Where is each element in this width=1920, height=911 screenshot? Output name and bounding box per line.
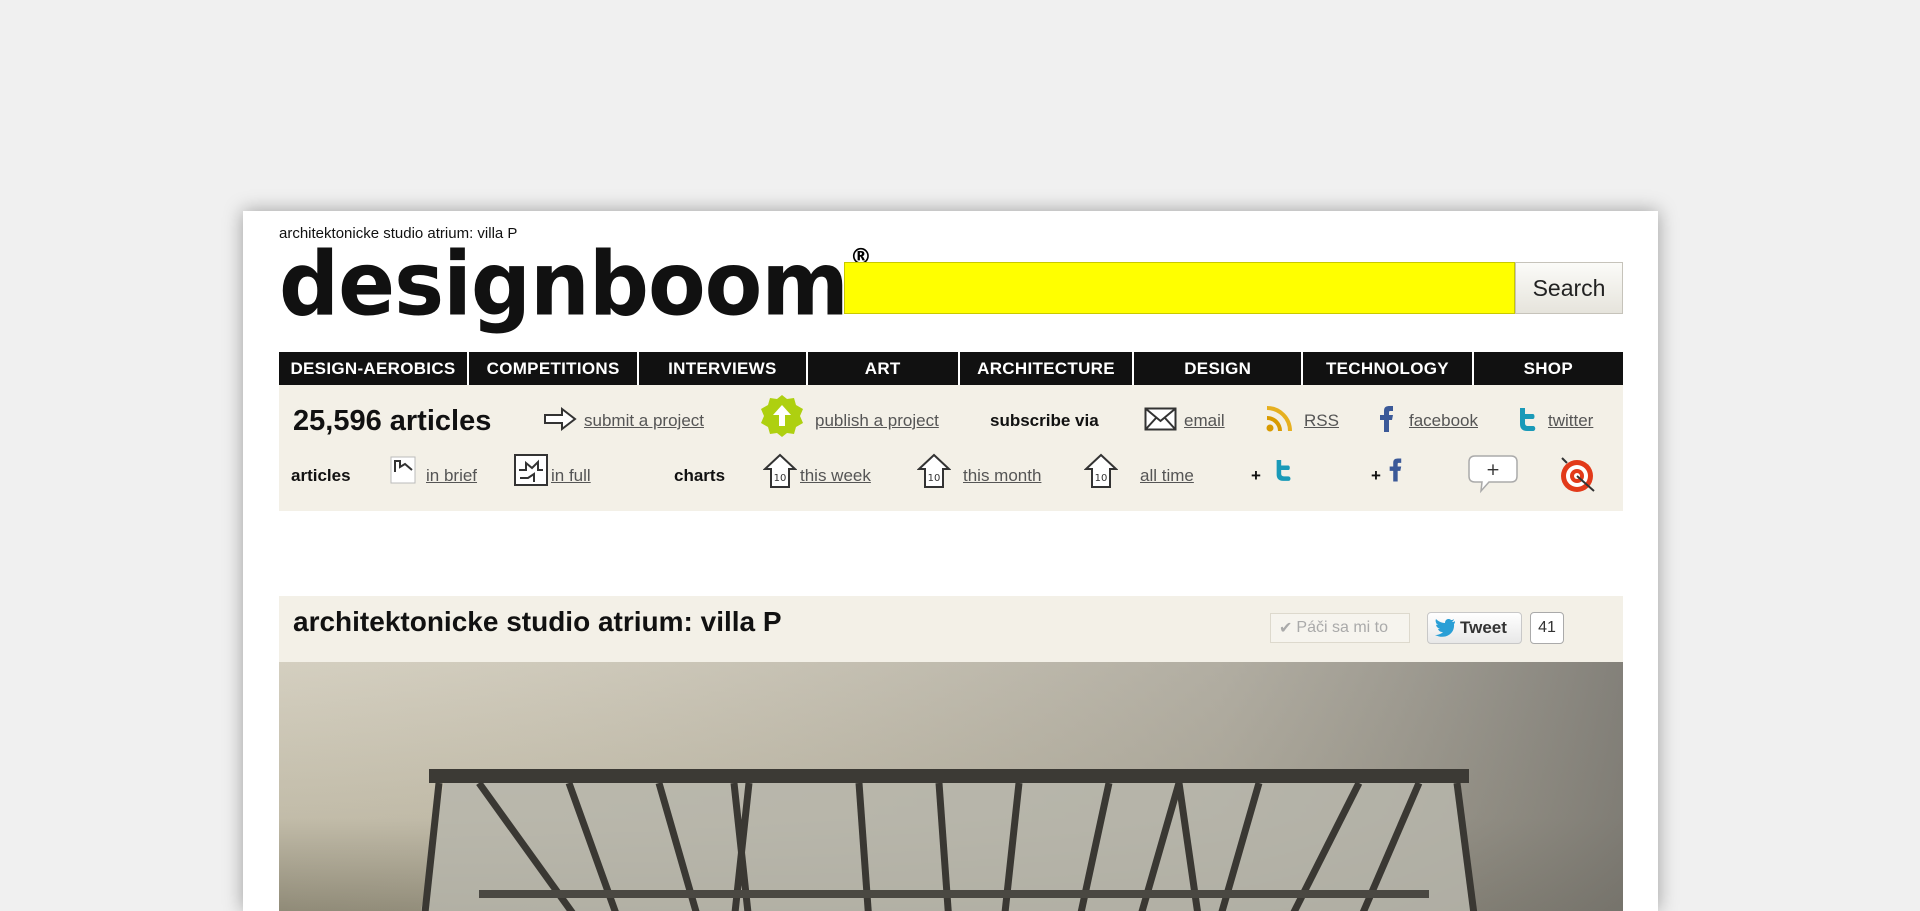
in-full-icon bbox=[514, 454, 548, 486]
search-button[interactable]: Search bbox=[1515, 262, 1623, 314]
comment-plus-label: + bbox=[1486, 460, 1500, 480]
nav-architecture[interactable]: ARCHITECTURE bbox=[960, 352, 1135, 385]
top10-month-icon: 10 bbox=[917, 453, 951, 488]
in-full-link[interactable]: in full bbox=[551, 466, 591, 486]
toolbar: 25,596 articles submit a project publish… bbox=[279, 385, 1623, 511]
nav-design-aerobics[interactable]: DESIGN-AEROBICS bbox=[279, 352, 470, 385]
like-button[interactable]: ✔ Páči sa mi to bbox=[1270, 613, 1410, 643]
twitter-icon bbox=[1520, 408, 1536, 431]
article-title-bar: architektonicke studio atrium: villa P ✔… bbox=[279, 596, 1623, 662]
facebook-link[interactable]: facebook bbox=[1409, 411, 1478, 431]
top10-all-time-icon: 10 bbox=[1084, 453, 1118, 488]
twitter-bird-icon bbox=[1435, 619, 1455, 637]
nav-interviews[interactable]: INTERVIEWS bbox=[639, 352, 808, 385]
nav-shop[interactable]: SHOP bbox=[1474, 352, 1623, 385]
articles-count: 25,596 articles bbox=[293, 405, 492, 437]
twitter-link[interactable]: twitter bbox=[1548, 411, 1593, 431]
check-icon: ✔ bbox=[1279, 620, 1293, 637]
villa-photo-image bbox=[279, 662, 1623, 911]
plus-twitter-label: + bbox=[1251, 466, 1261, 485]
tweet-button[interactable]: Tweet bbox=[1427, 612, 1522, 644]
designboom-logo[interactable]: designboom ® bbox=[279, 240, 872, 328]
articles-label: articles bbox=[291, 466, 351, 485]
facebook-icon bbox=[1380, 406, 1393, 432]
article-photo bbox=[279, 662, 1623, 911]
toolbar-row-1: 25,596 articles submit a project publish… bbox=[279, 385, 1623, 453]
top10-month-label: 10 bbox=[928, 473, 941, 484]
email-icon bbox=[1144, 407, 1177, 431]
nav-technology[interactable]: TECHNOLOGY bbox=[1303, 352, 1474, 385]
in-brief-link[interactable]: in brief bbox=[426, 466, 477, 486]
charts-label: charts bbox=[674, 466, 726, 485]
add-twitter-icon[interactable] bbox=[1273, 458, 1293, 482]
search-input[interactable] bbox=[844, 262, 1515, 314]
nav-art[interactable]: ART bbox=[808, 352, 960, 385]
in-brief-icon bbox=[390, 456, 416, 484]
this-week-link[interactable]: this week bbox=[800, 466, 871, 486]
target-icon[interactable] bbox=[1558, 455, 1600, 495]
publish-project-link[interactable]: publish a project bbox=[815, 411, 939, 431]
arrow-right-icon bbox=[544, 407, 577, 431]
add-facebook-icon[interactable] bbox=[1387, 457, 1403, 483]
browser-page: architektonicke studio atrium: villa P d… bbox=[243, 211, 1658, 911]
rss-link[interactable]: RSS bbox=[1304, 411, 1339, 431]
tweet-count: 41 bbox=[1530, 612, 1564, 644]
nav-design[interactable]: DESIGN bbox=[1134, 352, 1304, 385]
toolbar-row-2: articles in brief in full charts 10 this… bbox=[279, 453, 1623, 511]
like-label: Páči sa mi to bbox=[1296, 619, 1388, 636]
top10-week-label: 10 bbox=[774, 473, 787, 484]
article-title: architektonicke studio atrium: villa P bbox=[293, 606, 782, 637]
email-link[interactable]: email bbox=[1184, 411, 1225, 431]
subscribe-label: subscribe via bbox=[990, 411, 1099, 430]
submit-project-link[interactable]: submit a project bbox=[584, 411, 704, 431]
all-time-link[interactable]: all time bbox=[1140, 466, 1194, 486]
logo-text: designboom bbox=[279, 232, 849, 336]
top10-all-time-label: 10 bbox=[1095, 473, 1108, 484]
nav-competitions[interactable]: COMPETITIONS bbox=[469, 352, 640, 385]
upload-arrow-icon[interactable] bbox=[758, 393, 806, 439]
top10-week-icon: 10 bbox=[763, 453, 797, 488]
plus-facebook-label: + bbox=[1371, 466, 1381, 485]
rss-icon bbox=[1266, 406, 1292, 432]
this-month-link[interactable]: this month bbox=[963, 466, 1041, 486]
tweet-label: Tweet bbox=[1460, 618, 1507, 637]
comment-plus-icon[interactable]: + bbox=[1467, 454, 1519, 494]
main-nav: DESIGN-AEROBICS COMPETITIONS INTERVIEWS … bbox=[279, 352, 1623, 385]
